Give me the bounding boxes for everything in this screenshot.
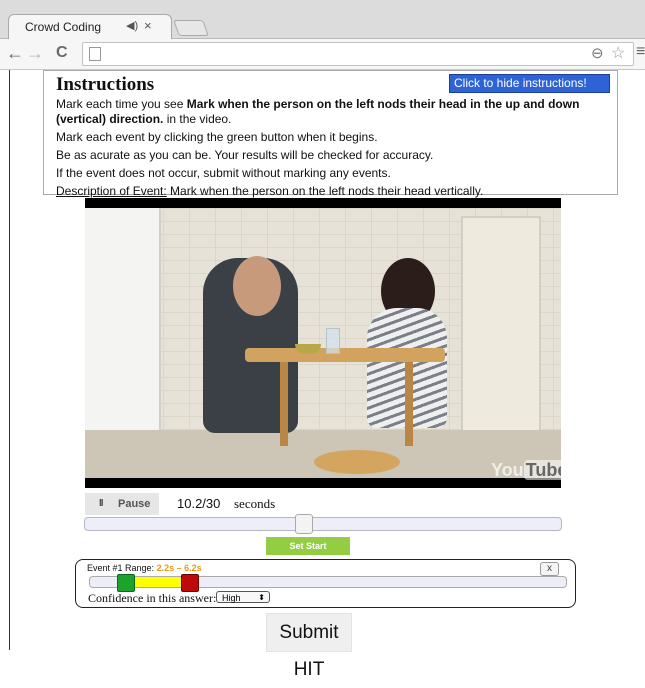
select-arrows-icon: ⬍ [258,593,265,602]
reload-icon[interactable]: C [56,43,68,63]
instruction-line-3: Be as acurate as you can be. Your result… [56,148,434,162]
instructions-title: Instructions [56,74,155,95]
pause-icon: II [99,498,103,509]
event-panel: Event #1 Range: 2.2s – 6.2s x Confidence… [75,559,576,608]
instructions-text: Mark each time you see Mark when the per… [56,97,612,202]
speaker-icon[interactable]: ◀) [126,19,138,32]
instruction-line-2: Mark each event by clicking the green bu… [56,130,378,144]
bookmark-star-icon[interactable]: ☆ [611,43,625,63]
video-person-left-head [233,256,281,316]
video-glass [326,328,340,354]
event-label: Event #1 Range: 2.2s – 6.2s [87,563,202,573]
event-start-marker[interactable] [117,574,135,592]
browser-toolbar: ← → C ⊖ ☆ ≡ [0,39,645,70]
youtube-logo-tube: Tube [523,460,561,480]
browser-tab-bar: Crowd Coding ◀) × [0,0,645,39]
youtube-logo-you: You [491,460,524,480]
zoom-icon[interactable]: ⊖ [591,44,604,62]
close-icon[interactable]: × [144,18,152,33]
video-timeline-slider[interactable] [84,514,562,534]
event-close-button[interactable]: x [540,562,559,576]
instruction-line-1: Mark each time you see Mark when the per… [56,97,612,127]
submit-hit-button[interactable]: Submit HIT [266,613,352,680]
menu-icon[interactable]: ≡ [636,43,645,61]
new-tab-button[interactable] [173,20,209,36]
browser-tab[interactable]: Crowd Coding ◀) × [8,14,172,39]
event-description-text: Mark when the person on the left nods th… [166,184,484,198]
page-icon [89,47,101,61]
event-end-marker[interactable] [181,574,199,592]
event-description: Description of Event: Mark when the pers… [56,184,612,199]
instructions-panel: Instructions Click to hide instructions!… [43,70,618,198]
instruction-line-4: If the event does not occur, submit with… [56,166,391,180]
event-range: 2.2s – 6.2s [156,563,202,573]
time-readout: 10.2/30 [177,496,221,511]
page-left-border [9,70,10,650]
instruction-line-1-suffix: in the video. [163,112,232,126]
confidence-value: High [222,593,241,603]
video-stool [314,450,400,474]
pause-label: Pause [118,498,151,510]
hide-instructions-button[interactable]: Click to hide instructions! [449,74,610,93]
set-start-button[interactable]: Set Start [266,537,350,555]
event-label-prefix: Event #1 Range: [87,563,157,573]
event-description-label: Description of Event: [56,184,167,198]
timeline-handle[interactable] [295,514,313,534]
back-icon[interactable]: ← [6,43,24,63]
confidence-label: Confidence in this answer: [88,591,217,605]
video-frame-door [461,216,541,450]
forward-icon[interactable]: → [26,43,44,63]
video-player[interactable]: YouTube [85,198,561,488]
tab-title: Crowd Coding [25,20,102,34]
address-bar[interactable]: ⊖ ☆ [82,42,634,66]
event-range-track [89,574,567,592]
seconds-label: seconds [234,496,276,511]
video-table-leg [280,361,288,446]
confidence-select[interactable]: High ⬍ [216,591,270,603]
instruction-line-1-prefix: Mark each time you see [56,97,187,111]
youtube-logo: YouTube [491,460,561,481]
video-table-leg [405,361,413,446]
video-table [245,348,445,362]
pause-button[interactable]: II Pause [85,493,159,515]
